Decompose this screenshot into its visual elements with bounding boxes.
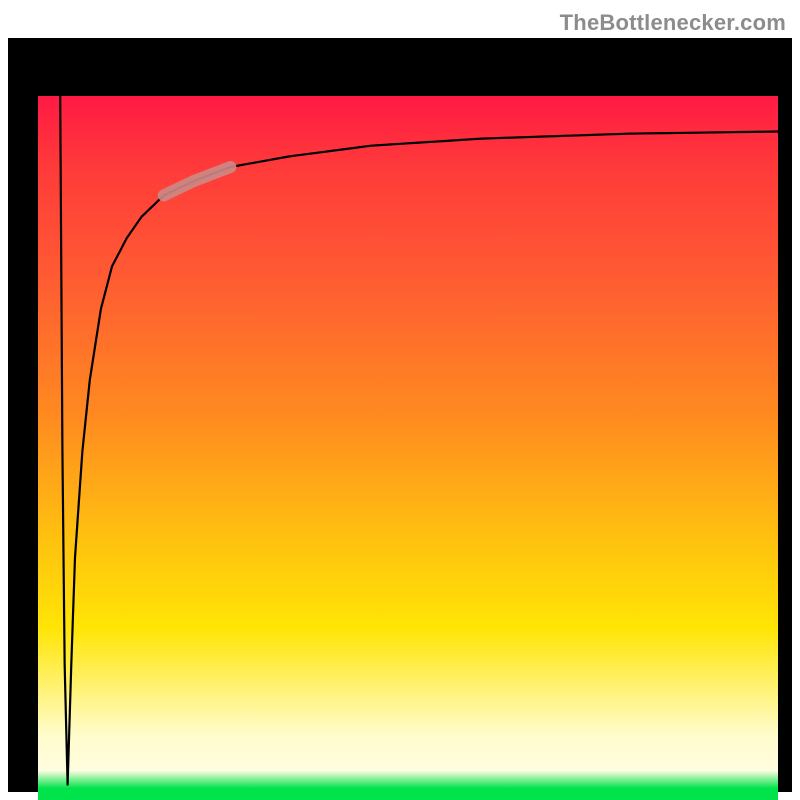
plot-area [38,96,778,800]
curve-svg [38,96,778,800]
watermark-text: TheBottlenecker.com [560,10,786,36]
curve-highlight [164,167,231,195]
plot-border [8,38,792,792]
chart-frame: TheBottlenecker.com [0,0,800,800]
